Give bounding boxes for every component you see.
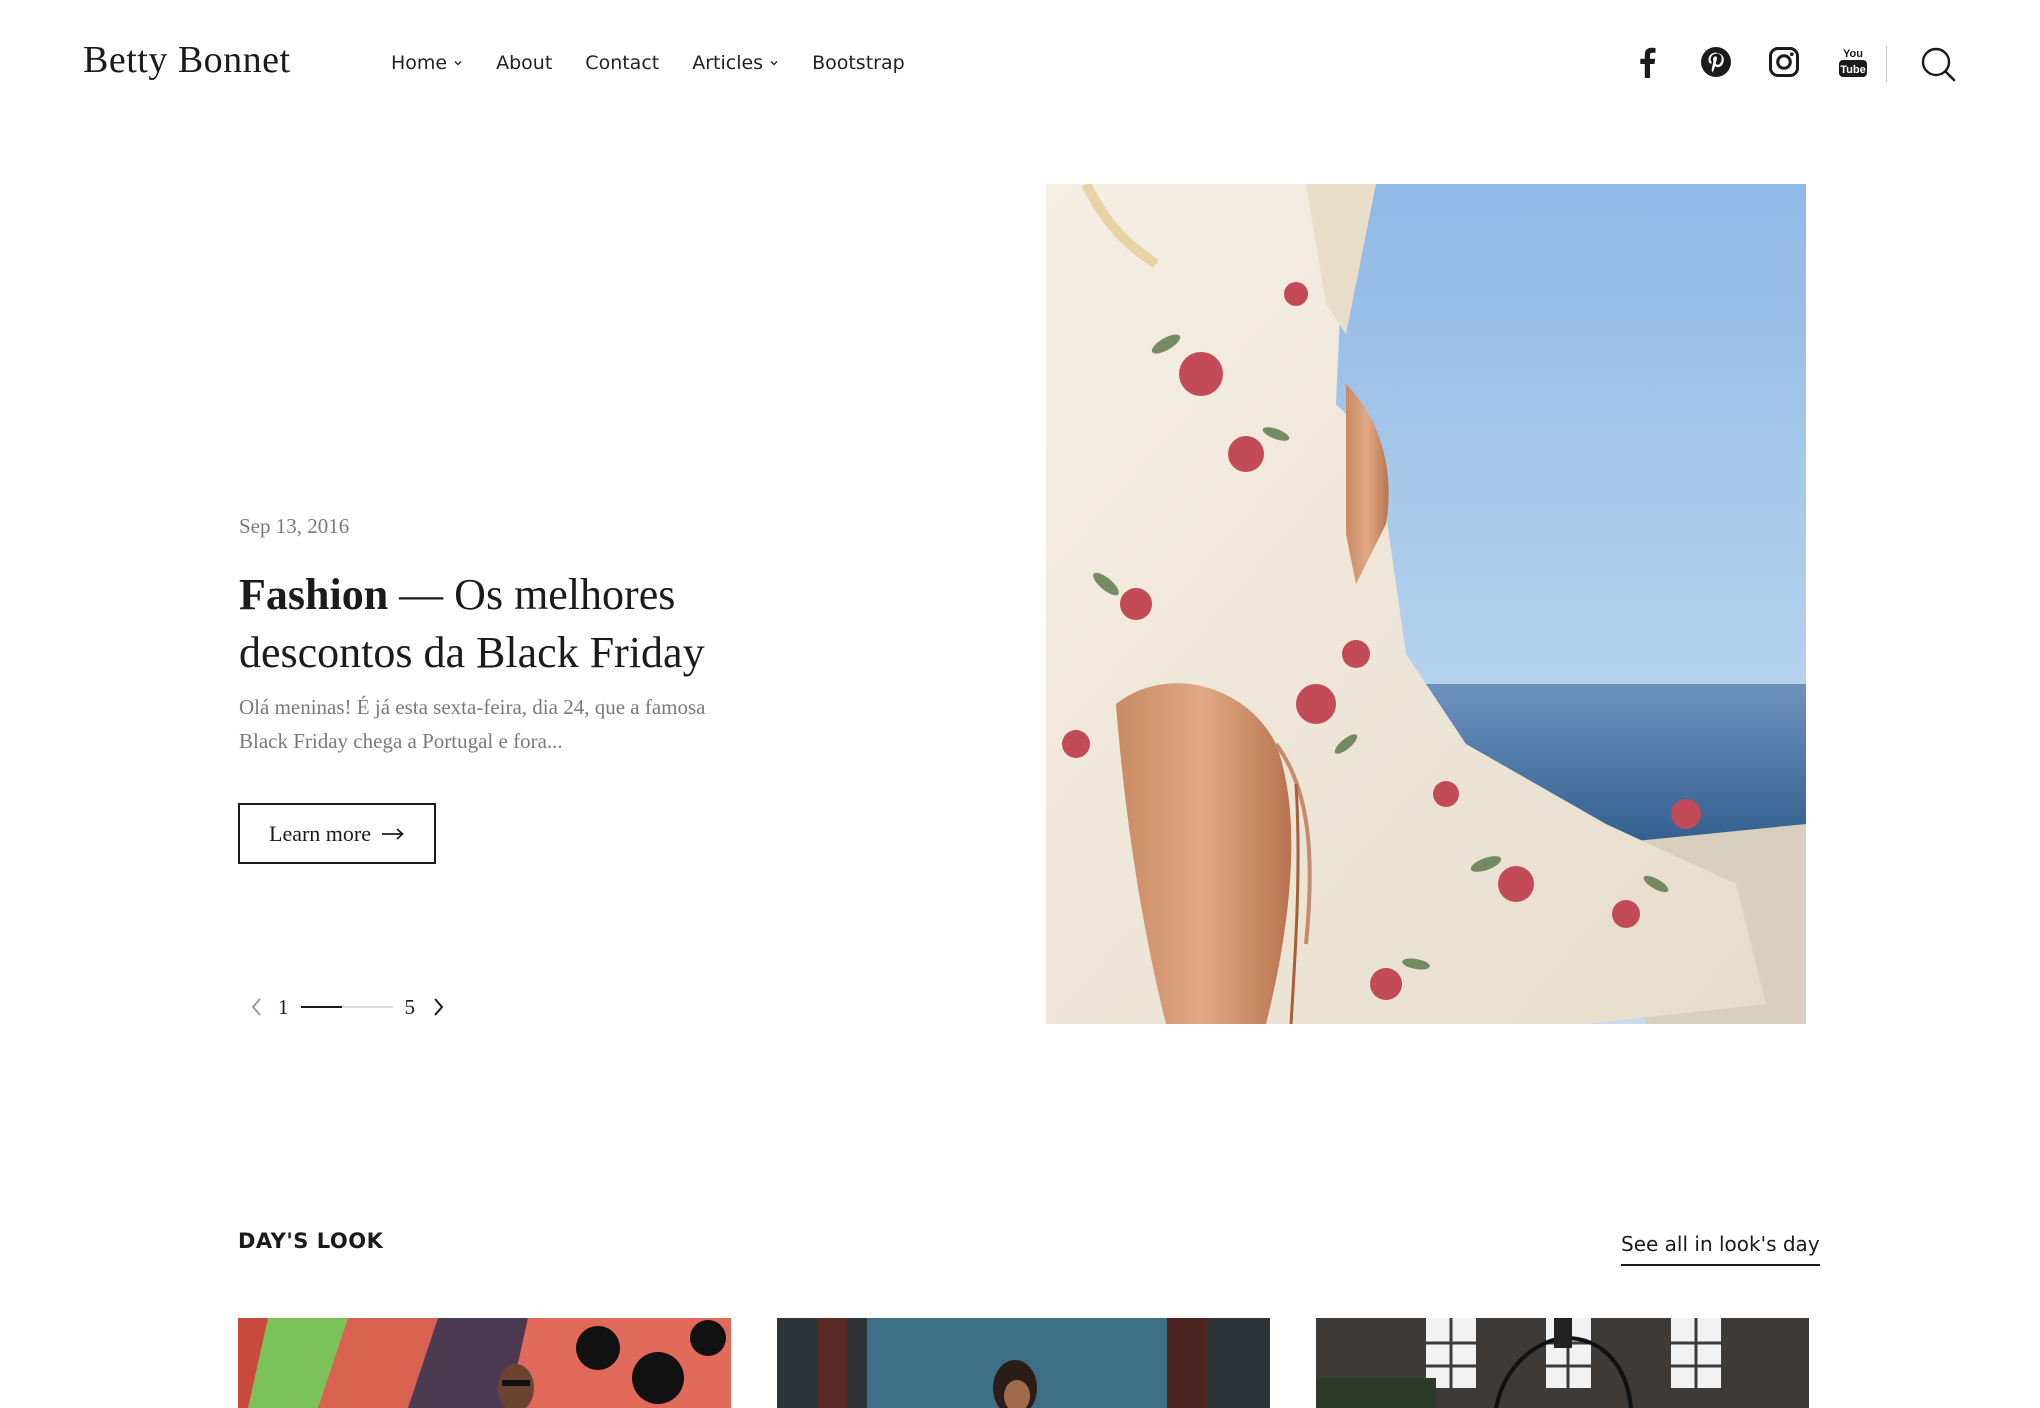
pager-current: 1 xyxy=(278,994,289,1019)
nav-home[interactable]: Home xyxy=(391,52,463,74)
svg-text:Tube: Tube xyxy=(1840,64,1865,76)
post-title-bold: Fashion xyxy=(239,570,389,619)
days-look-heading: DAY'S LOOK xyxy=(238,1229,384,1253)
nav-bootstrap[interactable]: Bootstrap xyxy=(812,52,905,74)
post-date: Sep 13, 2016 xyxy=(239,514,350,538)
chevron-down-icon xyxy=(770,61,778,66)
main-nav: Home About Contact Articles Bootstrap xyxy=(391,52,938,74)
pager-total: 5 xyxy=(404,994,416,1019)
post-title[interactable]: Fashion — Os melhores descontos da Black… xyxy=(239,566,819,682)
pager-progress-fill xyxy=(300,1006,342,1008)
chevron-down-icon xyxy=(454,61,462,66)
post-excerpt: Olá meninas! É já esta sexta-feira, dia … xyxy=(239,695,706,753)
header-divider xyxy=(1886,46,1887,82)
youtube-icon[interactable]: You Tube xyxy=(1835,44,1871,80)
facebook-icon[interactable] xyxy=(1629,44,1665,80)
learn-more-button[interactable]: Learn more xyxy=(238,803,436,864)
nav-home-label: Home xyxy=(391,52,448,74)
learn-more-label: Learn more xyxy=(269,820,371,846)
chevron-right-icon xyxy=(434,998,444,1016)
pinterest-icon[interactable] xyxy=(1698,44,1734,80)
nav-contact[interactable]: Contact xyxy=(585,52,659,74)
arrow-right-icon xyxy=(382,827,404,840)
nav-contact-label: Contact xyxy=(585,52,660,74)
search-icon[interactable] xyxy=(1918,44,1958,84)
nav-articles[interactable]: Articles xyxy=(692,52,779,74)
nav-bootstrap-label: Bootstrap xyxy=(812,52,905,74)
site-logo[interactable]: Betty Bonnet xyxy=(83,38,291,82)
see-all-looks-link[interactable]: See all in look's day xyxy=(1621,1232,1820,1266)
nav-articles-label: Articles xyxy=(692,52,764,74)
nav-about-label: About xyxy=(496,52,553,74)
look-card-doorway[interactable] xyxy=(777,1318,1270,1408)
hero-image-floral-dress[interactable] xyxy=(1046,184,1806,1024)
slider-pager: 1 5 xyxy=(246,992,449,1022)
look-card-brick-house[interactable] xyxy=(1316,1318,1809,1408)
svg-text:You: You xyxy=(1843,48,1863,60)
chevron-left-icon xyxy=(251,998,261,1016)
next-slide-button[interactable] xyxy=(427,996,449,1018)
instagram-icon[interactable] xyxy=(1766,44,1802,80)
prev-slide-button[interactable] xyxy=(246,996,268,1018)
pager-progress-track xyxy=(300,1006,393,1008)
look-card-graffiti[interactable] xyxy=(238,1318,731,1408)
nav-about[interactable]: About xyxy=(496,52,552,74)
